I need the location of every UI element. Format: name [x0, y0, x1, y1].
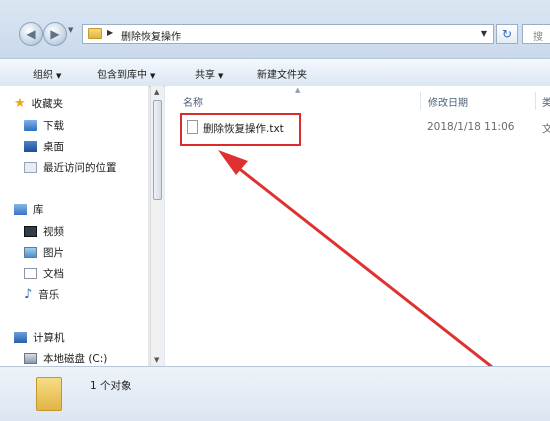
item-count: 1 个对象 — [90, 380, 132, 392]
large-folder-icon — [36, 377, 62, 411]
arrow-shaft — [230, 161, 517, 387]
status-bar: 1 个对象 — [0, 366, 550, 421]
annotation-arrow — [218, 150, 517, 387]
